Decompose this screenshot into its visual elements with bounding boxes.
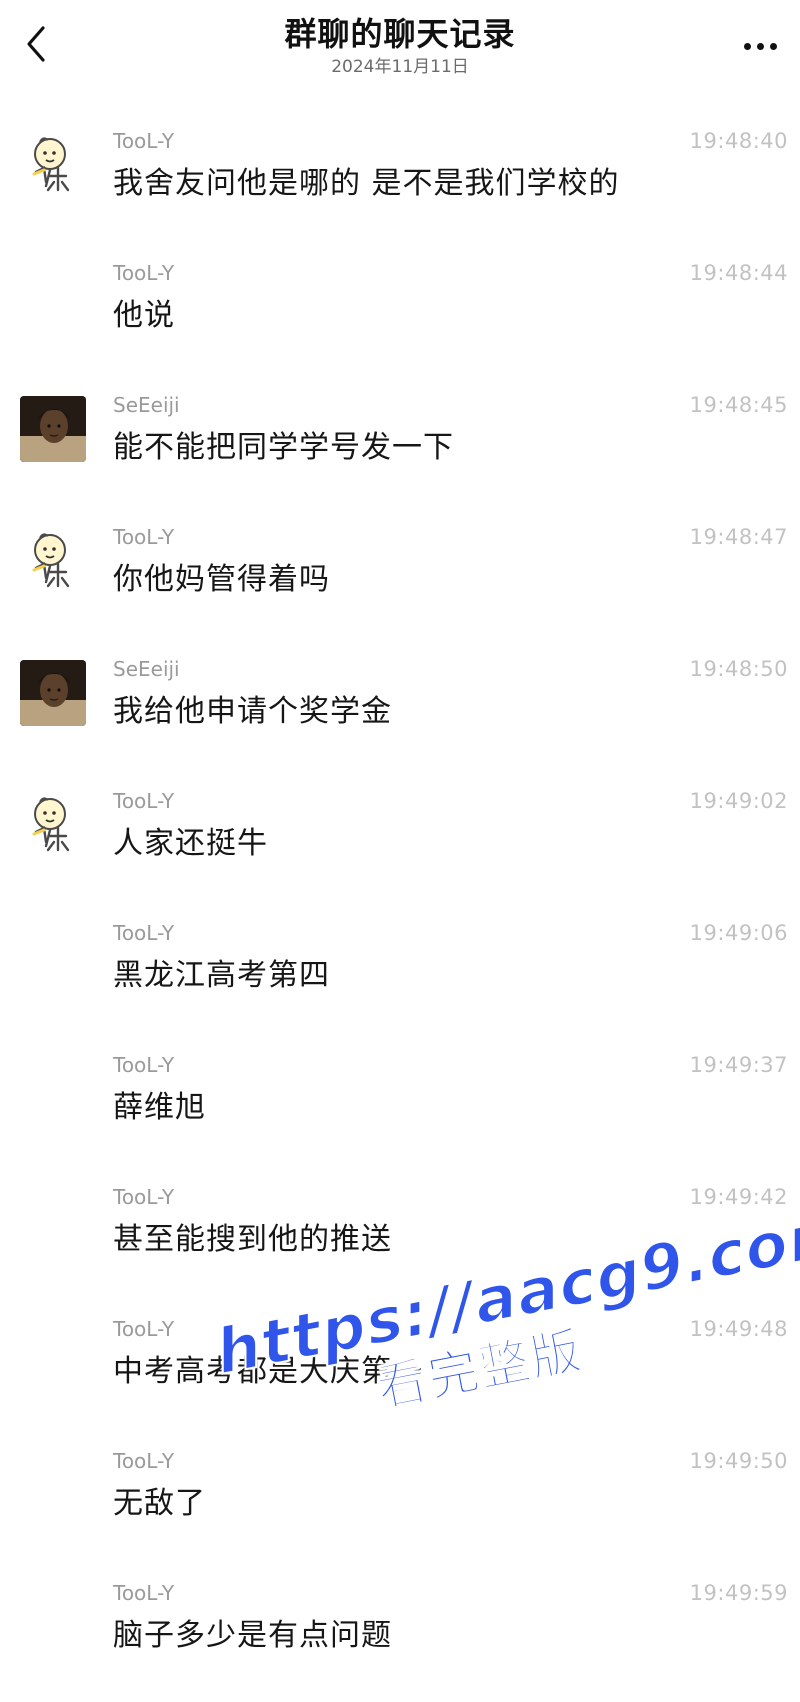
message-text: 他说 [113, 298, 175, 333]
doodle-avatar-icon [32, 137, 70, 192]
sender-name: TooL-Y [113, 1185, 175, 1209]
chat-header: 群聊的聊天记录 2024年11月11日 [0, 0, 800, 96]
message-time: 19:48:47 [689, 525, 788, 549]
message-time: 19:48:50 [689, 657, 788, 681]
message-text: 中考高考都是大庆第一 [113, 1354, 423, 1389]
message-item: TooL-Y 19:49:37 薛维旭 [0, 1042, 800, 1174]
sender-name: TooL-Y [113, 261, 175, 285]
message-item: TooL-Y 19:49:59 脑子多少是有点问题 [0, 1570, 800, 1702]
message-text: 黑龙江高考第四 [113, 958, 330, 993]
message-item: TooL-Y 19:49:50 无敌了 [0, 1438, 800, 1570]
more-button[interactable] [734, 28, 786, 64]
message-text: 我舍友问他是哪的 是不是我们学校的 [113, 166, 620, 201]
message-time: 19:49:42 [689, 1185, 788, 1209]
page-date: 2024年11月11日 [331, 57, 469, 77]
message-time: 19:49:59 [689, 1581, 788, 1605]
message-time: 19:49:02 [689, 789, 788, 813]
back-button[interactable] [14, 22, 58, 66]
message-item: TooL-Y 19:48:44 他说 [0, 250, 800, 382]
message-time: 19:49:50 [689, 1449, 788, 1473]
message-time: 19:49:06 [689, 921, 788, 945]
chevron-left-icon [27, 26, 45, 62]
sender-name: SeEeiji [113, 393, 180, 417]
message-time: 19:48:40 [689, 129, 788, 153]
sender-name: TooL-Y [113, 1053, 175, 1077]
message-item: SeEeiji 19:48:50 我给他申请个奖学金 [0, 646, 800, 778]
message-time: 19:49:48 [689, 1317, 788, 1341]
message-text: 无敌了 [113, 1486, 206, 1521]
sender-name: TooL-Y [113, 1449, 175, 1473]
sender-name: TooL-Y [113, 1581, 175, 1605]
message-item: TooL-Y 19:48:40 我舍友问他是哪的 是不是我们学校的 [0, 118, 800, 250]
avatar[interactable] [20, 792, 86, 858]
message-item: TooL-Y 19:49:48 中考高考都是大庆第一 [0, 1306, 800, 1438]
message-text: 薛维旭 [113, 1090, 206, 1125]
avatar[interactable] [20, 132, 86, 198]
message-item: TooL-Y 19:49:02 人家还挺牛 [0, 778, 800, 910]
message-text: 我给他申请个奖学金 [113, 694, 392, 729]
avatar[interactable] [20, 396, 86, 462]
sender-name: TooL-Y [113, 1317, 175, 1341]
avatar[interactable] [20, 660, 86, 726]
doodle-avatar-icon [32, 533, 70, 588]
page-title: 群聊的聊天记录 [284, 15, 516, 53]
message-text: 能不能把同学学号发一下 [113, 430, 454, 465]
photo-avatar-icon [20, 660, 86, 726]
message-item: TooL-Y 19:49:06 黑龙江高考第四 [0, 910, 800, 1042]
sender-name: TooL-Y [113, 129, 175, 153]
avatar[interactable] [20, 528, 86, 594]
title-block: 群聊的聊天记录 2024年11月11日 [200, 14, 600, 78]
sender-name: TooL-Y [113, 789, 175, 813]
sender-name: TooL-Y [113, 525, 175, 549]
message-text: 你他妈管得着吗 [113, 562, 330, 597]
sender-name: SeEeiji [113, 657, 180, 681]
message-time: 19:48:45 [689, 393, 788, 417]
more-horizontal-icon [743, 42, 751, 50]
message-text: 甚至能搜到他的推送 [113, 1222, 392, 1257]
message-text: 脑子多少是有点问题 [113, 1618, 392, 1653]
message-item: SeEeiji 19:48:45 能不能把同学学号发一下 [0, 382, 800, 514]
message-item: TooL-Y 19:49:42 甚至能搜到他的推送 [0, 1174, 800, 1306]
sender-name: TooL-Y [113, 921, 175, 945]
message-time: 19:49:37 [689, 1053, 788, 1077]
message-item: TooL-Y 19:48:47 你他妈管得着吗 [0, 514, 800, 646]
photo-avatar-icon [20, 396, 86, 462]
message-time: 19:48:44 [689, 261, 788, 285]
doodle-avatar-icon [32, 797, 70, 852]
message-list[interactable]: TooL-Y 19:48:40 我舍友问他是哪的 是不是我们学校的 TooL-Y… [0, 118, 800, 1702]
message-text: 人家还挺牛 [113, 826, 268, 861]
